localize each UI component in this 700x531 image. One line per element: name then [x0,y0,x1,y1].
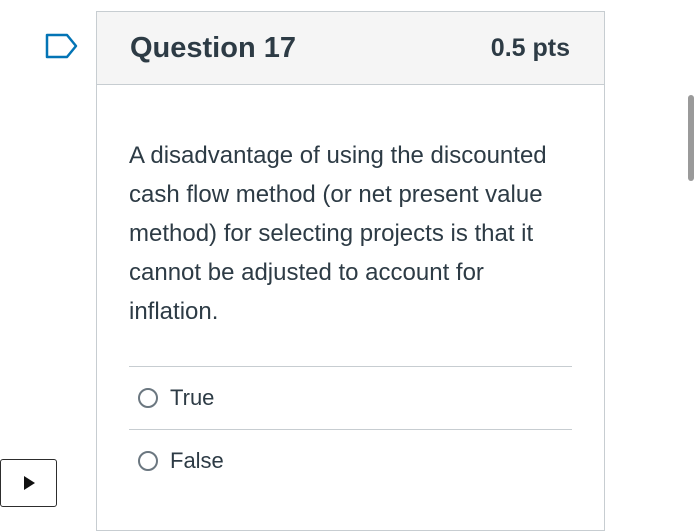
radio-button-false[interactable] [138,451,158,471]
question-text: A disadvantage of using the discounted c… [129,142,547,325]
answer-label-false: False [170,448,224,473]
flag-icon [45,33,78,59]
flag-question-button[interactable] [45,33,79,59]
answer-label-true: True [170,385,215,410]
play-icon [23,476,35,490]
question-points: 0.5 pts [490,33,570,62]
question-header: Question 17 0.5 pts [97,12,604,85]
play-button[interactable] [0,459,57,507]
radio-button-true[interactable] [138,388,158,408]
answer-option-false[interactable]: False [129,429,572,492]
question-card: Question 17 0.5 pts A disadvantage of us… [96,11,605,531]
scrollbar-thumb[interactable] [688,95,694,181]
question-title: Question 17 [130,31,296,64]
answer-option-true[interactable]: True [129,366,572,429]
answer-list: True False [129,366,572,492]
